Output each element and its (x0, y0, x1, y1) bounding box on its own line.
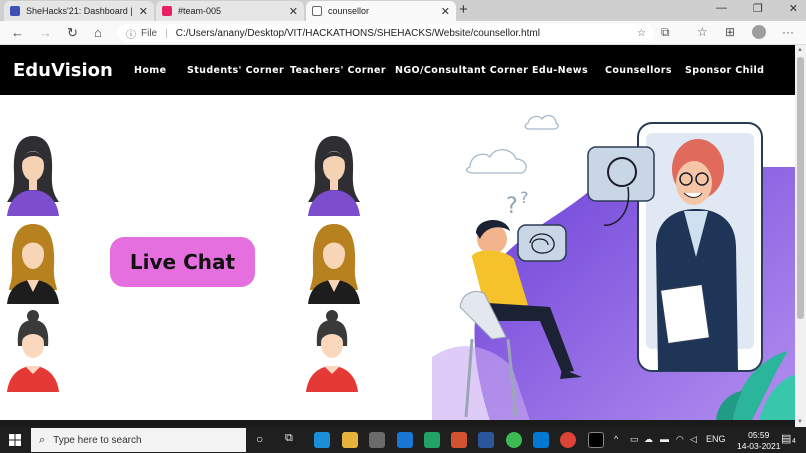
back-icon[interactable]: ← (11, 25, 24, 40)
excel-icon[interactable] (424, 432, 440, 448)
profile-avatar[interactable] (752, 25, 766, 39)
clock-time: 05:59 (748, 430, 770, 440)
windows-start-icon[interactable] (9, 434, 21, 446)
nav-edu-news[interactable]: Edu-News (532, 65, 588, 76)
page-favicon-icon (312, 6, 322, 16)
chrome-icon[interactable] (560, 432, 576, 448)
phone-link-icon[interactable]: ▭ (630, 434, 639, 445)
word-icon[interactable] (478, 432, 494, 448)
terminal-icon[interactable] (588, 432, 604, 448)
url-field[interactable]: ⓘ File | C:/Users/anany/Desktop/VIT/HACK… (118, 24, 654, 42)
tab-devfolio[interactable]: SheHacks'21: Dashboard | Devfolio ✕ (4, 1, 154, 21)
clock-date: 14-03-2021 (737, 441, 781, 451)
counsellor-avatar-3[interactable] (3, 308, 63, 392)
scroll-up-icon[interactable]: ▲ (797, 47, 803, 53)
loading-app-icon[interactable] (506, 432, 522, 448)
info-icon[interactable]: ⓘ (126, 26, 136, 41)
windows-taskbar: ⌕ Type here to search ○ ⧉ ^ ▭ ☁ ▬ ◠ ◁ EN… (0, 427, 806, 453)
minimize-icon[interactable]: — (716, 2, 727, 15)
slack-favicon-icon (162, 6, 172, 16)
refresh-icon[interactable]: ↻ (67, 25, 78, 41)
window-controls: — ❐ ✕ (716, 2, 798, 15)
file-explorer-icon[interactable] (342, 432, 358, 448)
nav-home[interactable]: Home (134, 65, 166, 76)
counsellor-avatar-4[interactable] (304, 132, 364, 216)
scheme-label: File (141, 27, 158, 39)
task-view-icon[interactable]: ⧉ (285, 432, 293, 445)
onedrive-icon[interactable]: ☁ (644, 434, 653, 445)
svg-text:?: ? (506, 194, 518, 219)
url-separator: | (165, 27, 168, 39)
clock[interactable]: 05:59 14-03-2021 (737, 430, 780, 452)
home-icon[interactable]: ⌂ (94, 25, 102, 40)
tab-team[interactable]: #team-005 ✕ (156, 1, 304, 21)
edge-app-icon[interactable] (314, 432, 330, 448)
counsellor-avatar-1[interactable] (3, 132, 63, 216)
nav-ngo-consultant-corner[interactable]: NGO/Consultant Corner (395, 65, 528, 76)
menu-dots-icon[interactable]: ··· (782, 25, 794, 39)
favorite-star-icon[interactable]: ☆ (637, 28, 646, 39)
tray-chevron-icon[interactable]: ^ (614, 434, 618, 444)
notification-count-badge: 4 (792, 438, 796, 445)
search-icon: ⌕ (39, 433, 46, 446)
tab-title: counsellor (328, 6, 370, 16)
close-tab-icon[interactable]: ✕ (139, 5, 148, 18)
language-indicator[interactable]: ENG (706, 434, 726, 444)
counselling-illustration: ? ? (432, 114, 795, 427)
taskbar-search-field[interactable]: ⌕ Type here to search (31, 428, 246, 452)
live-chat-button[interactable]: Live Chat (110, 237, 255, 287)
nav-students-corner[interactable]: Students' Corner (187, 65, 284, 76)
favorites-icon[interactable]: ☆ (697, 25, 708, 39)
svg-text:?: ? (520, 188, 529, 207)
tab-strip: SheHacks'21: Dashboard | Devfolio ✕ #tea… (0, 0, 806, 21)
web-page: EduVision Home Students' Corner Teachers… (0, 45, 795, 427)
nav-sponsor-child[interactable]: Sponsor Child (685, 65, 764, 76)
mail-icon[interactable] (397, 432, 413, 448)
vscode-icon[interactable] (533, 432, 549, 448)
extensions-icon[interactable]: ⊞ (725, 25, 735, 39)
counsellor-avatar-5[interactable] (304, 220, 364, 304)
close-window-icon[interactable]: ✕ (789, 2, 798, 15)
close-tab-icon[interactable]: ✕ (289, 5, 298, 18)
browser-window: SheHacks'21: Dashboard | Devfolio ✕ #tea… (0, 0, 806, 453)
tab-counsellor[interactable]: counsellor ✕ (306, 1, 456, 21)
maximize-icon[interactable]: ❐ (753, 2, 763, 15)
powerpoint-icon[interactable] (451, 432, 467, 448)
forward-icon[interactable]: → (39, 25, 52, 40)
search-placeholder: Type here to search (53, 434, 142, 446)
wifi-icon[interactable]: ◠ (676, 434, 684, 445)
tab-title: SheHacks'21: Dashboard | Devfolio (26, 6, 135, 16)
page-bottom-strip (0, 420, 795, 427)
address-bar-row: ← → ↻ ⌂ ⓘ File | C:/Users/anany/Desktop/… (0, 21, 806, 45)
new-tab-icon[interactable]: + (459, 1, 468, 18)
scrollbar-thumb[interactable] (797, 57, 804, 319)
url-text: C:/Users/anany/Desktop/VIT/HACKATHONS/SH… (175, 27, 540, 39)
store-icon[interactable] (369, 432, 385, 448)
battery-icon[interactable]: ▬ (660, 434, 669, 444)
scroll-down-icon[interactable]: ▼ (797, 419, 803, 425)
cortana-icon[interactable]: ○ (256, 432, 263, 446)
devfolio-favicon-icon (10, 6, 20, 16)
notifications-icon[interactable]: ▤ (781, 432, 791, 445)
nav-counsellors[interactable]: Counsellors (605, 65, 672, 76)
close-tab-icon[interactable]: ✕ (441, 5, 450, 18)
counsellor-avatar-6[interactable] (302, 308, 362, 392)
volume-icon[interactable]: ◁ (690, 434, 697, 445)
nav-teachers-corner[interactable]: Teachers' Corner (290, 65, 386, 76)
counsellor-avatar-2[interactable] (3, 220, 63, 304)
tab-title: #team-005 (178, 6, 222, 16)
collections-icon[interactable]: ⧉ (661, 25, 670, 40)
brand-logo[interactable]: EduVision (13, 60, 113, 81)
site-navbar: EduVision Home Students' Corner Teachers… (0, 45, 795, 95)
